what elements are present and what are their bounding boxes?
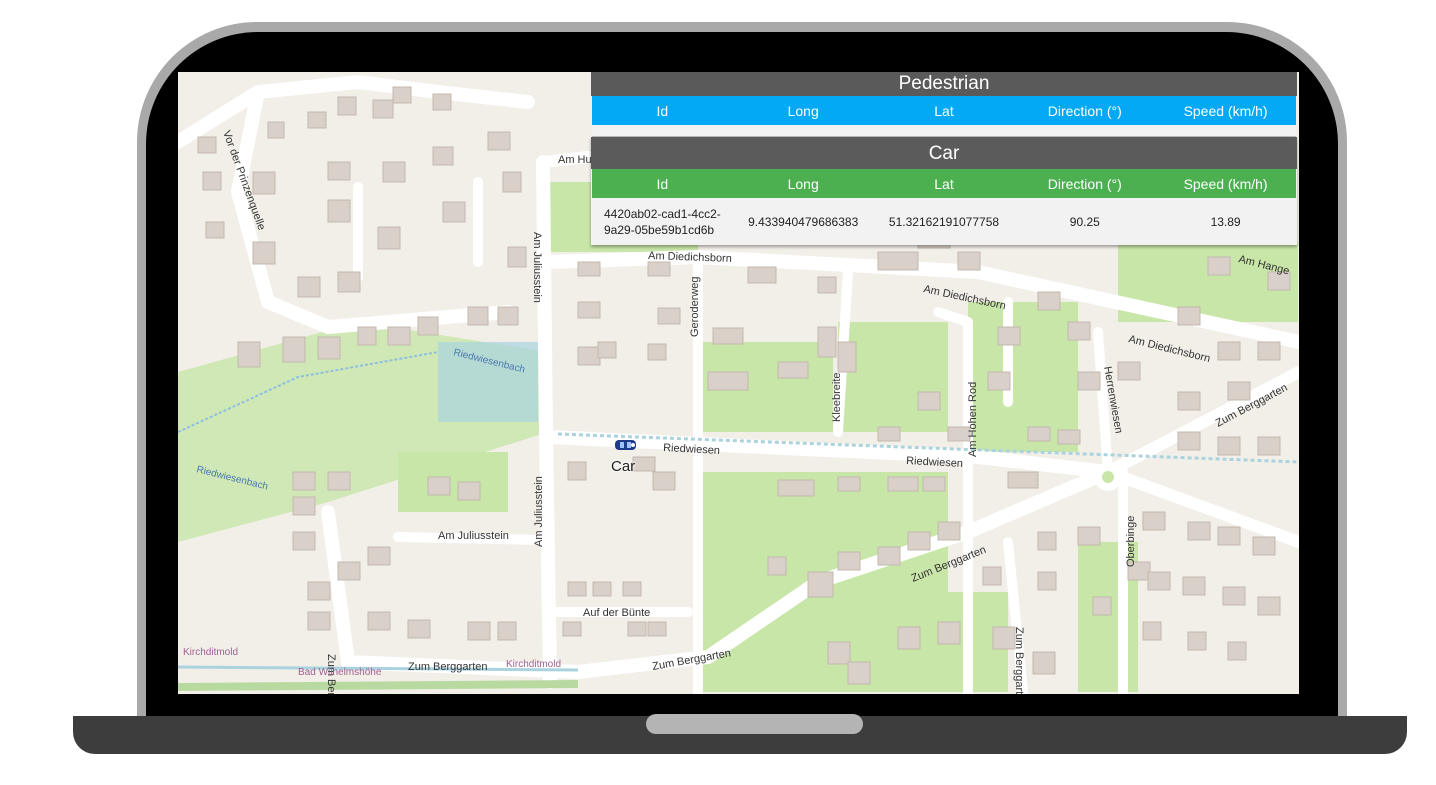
car-col-long: Long <box>732 169 874 198</box>
pedestrian-col-id: Id <box>592 96 733 125</box>
svg-text:Bad Wilhelmshöhe: Bad Wilhelmshöhe <box>298 667 382 678</box>
car-col-direction: Direction (°) <box>1014 169 1156 198</box>
svg-text:Oberbinge: Oberbinge <box>1125 516 1137 567</box>
svg-text:Geroderweg: Geroderweg <box>689 276 701 337</box>
svg-text:Kirchditmold: Kirchditmold <box>506 659 561 670</box>
car-panel: Car Id Long Lat Direction (°) Speed (km/… <box>591 137 1297 245</box>
car-col-id: Id <box>592 169 733 198</box>
pedestrian-col-direction: Direction (°) <box>1014 96 1156 125</box>
car-long-cell: 9.433940479686383 <box>748 214 859 229</box>
svg-text:Riedwiesen: Riedwiesen <box>906 455 963 470</box>
car-icon[interactable] <box>614 438 638 452</box>
map-screen[interactable]: Am Hutekamp Am Diedichsborn Am Diedichsb… <box>178 72 1299 694</box>
car-speed-cell: 13.89 <box>1210 214 1241 229</box>
svg-text:Am Juliusstein: Am Juliusstein <box>533 476 545 547</box>
svg-text:Zum Berggarten: Zum Berggarten <box>1013 627 1025 694</box>
svg-text:Am Juliusstein: Am Juliusstein <box>531 232 543 303</box>
svg-text:Zum Berggarten: Zum Berggarten <box>408 661 487 673</box>
svg-text:Am Diedichsborn: Am Diedichsborn <box>1127 333 1211 365</box>
svg-text:Kleebreite: Kleebreite <box>831 372 843 422</box>
pedestrian-panel: Pedestrian Id Long Lat Direction (°) Spe… <box>591 72 1297 137</box>
pedestrian-title: Pedestrian <box>591 72 1297 96</box>
svg-text:Am Juliusstein: Am Juliusstein <box>438 530 509 542</box>
car-direction-cell: 90.25 <box>1069 214 1100 229</box>
car-lat-cell: 51.32162191077758 <box>888 214 1000 229</box>
pedestrian-empty-body <box>592 125 1296 137</box>
car-col-speed: Speed (km/h) <box>1155 169 1296 198</box>
laptop-notch <box>646 714 863 734</box>
car-id-cell: 4420ab02-cad1-4cc2-9a29-05be59b1cd6b <box>604 206 721 237</box>
car-col-lat: Lat <box>873 169 1015 198</box>
table-row[interactable]: 4420ab02-cad1-4cc2-9a29-05be59b1cd6b 9.4… <box>592 198 1296 245</box>
car-marker-label: Car <box>611 458 636 475</box>
svg-text:Riedwiesen: Riedwiesen <box>663 442 720 457</box>
car-table: Id Long Lat Direction (°) Speed (km/h) 4… <box>592 169 1296 245</box>
pedestrian-col-lat: Lat <box>873 96 1015 125</box>
svg-text:Kirchditmold: Kirchditmold <box>183 647 238 658</box>
pedestrian-col-long: Long <box>732 96 874 125</box>
pedestrian-table: Id Long Lat Direction (°) Speed (km/h) <box>592 96 1296 125</box>
pedestrian-col-speed: Speed (km/h) <box>1155 96 1296 125</box>
svg-text:Auf der Bünte: Auf der Bünte <box>583 607 650 619</box>
car-title: Car <box>591 137 1297 169</box>
svg-text:Am Hohen Rod: Am Hohen Rod <box>967 382 979 457</box>
